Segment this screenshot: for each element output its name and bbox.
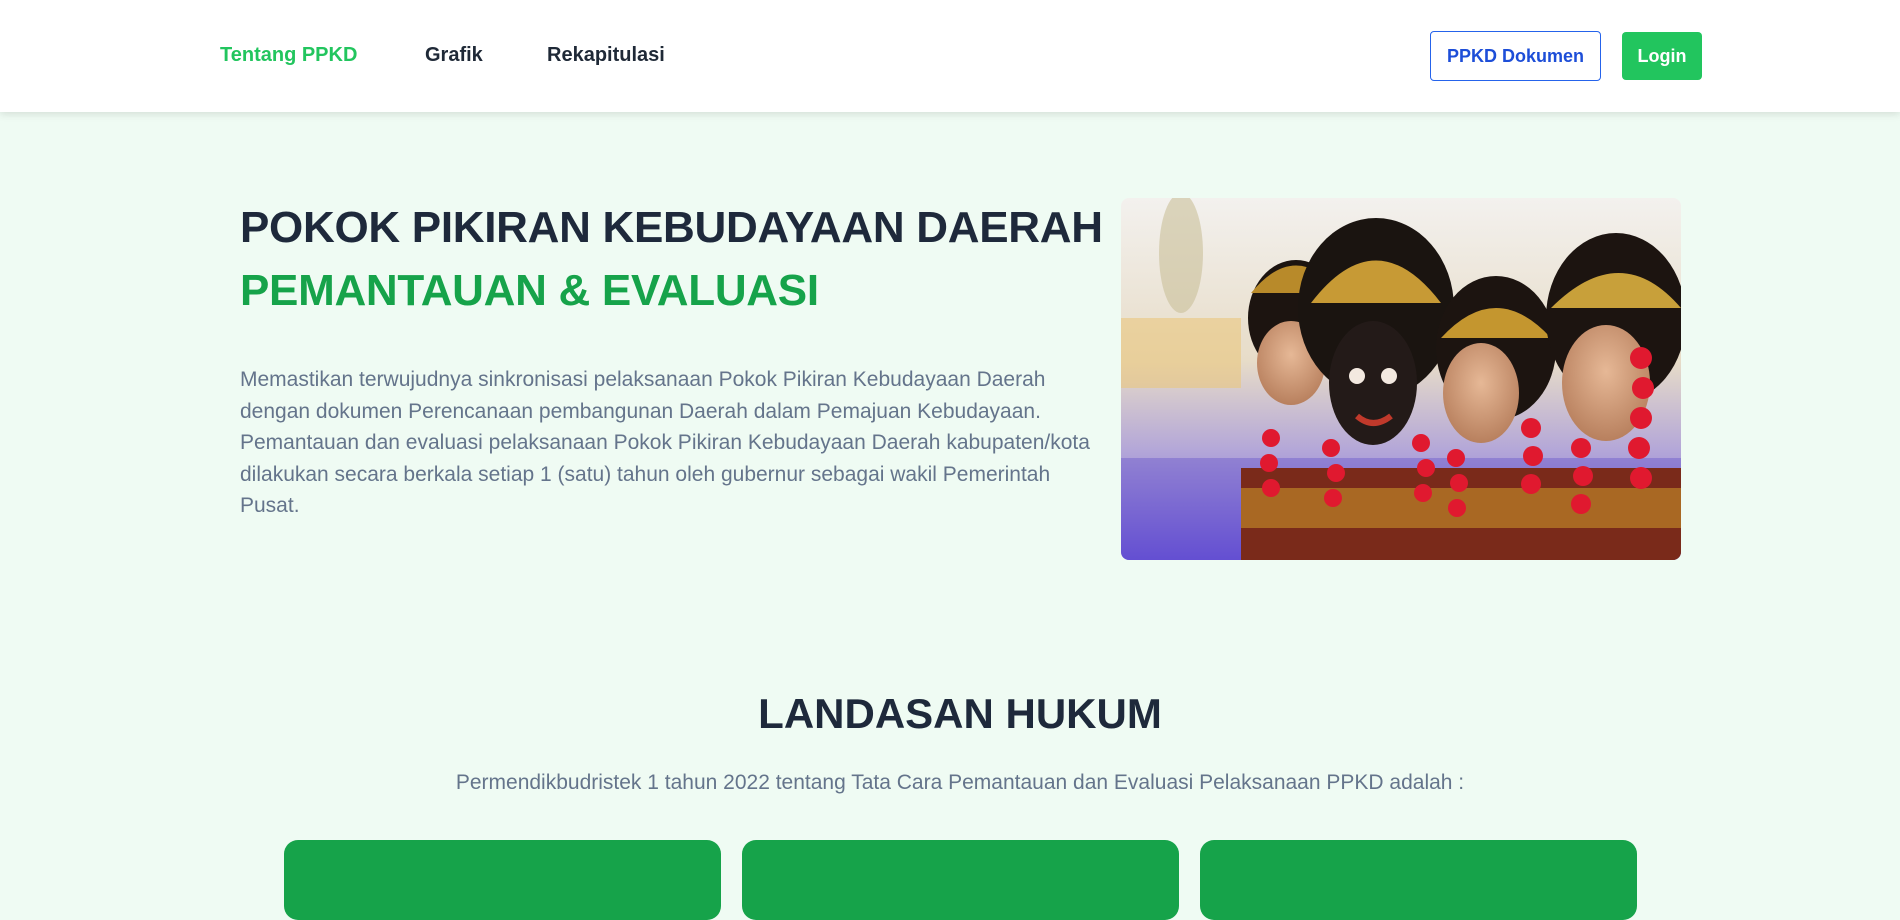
hero-description: Memastikan terwujudnya sinkronisasi pela…	[240, 368, 1090, 517]
law-card-3[interactable]	[1200, 840, 1637, 920]
hero-image-dancers	[1121, 198, 1681, 560]
landasan-hukum-subtitle: Permendikbudristek 1 tahun 2022 tentang …	[455, 771, 1465, 794]
ppkd-dokumen-button[interactable]: PPKD Dokumen	[1430, 31, 1601, 81]
law-card-1[interactable]	[284, 840, 721, 920]
landasan-hukum-title: LANDASAN HUKUM	[758, 690, 1162, 737]
hero-title: POKOK PIKIRAN KEBUDAYAAN DAERAH	[240, 203, 1103, 252]
law-card-2[interactable]	[742, 840, 1179, 920]
nav-link-rekapitulasi[interactable]: Rekapitulasi	[547, 44, 665, 67]
nav-link-tentang-ppkd[interactable]: Tentang PPKD	[220, 44, 357, 67]
login-button[interactable]: Login	[1622, 32, 1702, 80]
hero-subtitle: PEMANTAUAN & EVALUASI	[240, 266, 819, 315]
navbar: Tentang PPKD Grafik Rekapitulasi PPKD Do…	[0, 0, 1900, 112]
nav-link-grafik[interactable]: Grafik	[425, 44, 483, 67]
